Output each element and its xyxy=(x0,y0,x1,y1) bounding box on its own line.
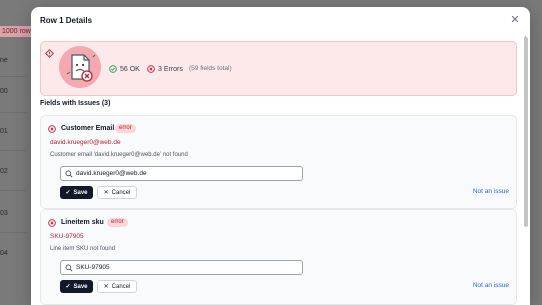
close-icon: ✕ xyxy=(103,190,109,196)
search-icon xyxy=(65,170,73,178)
modal-title: Row 1 Details xyxy=(40,16,93,25)
field-name: Customer Email xyxy=(61,125,115,132)
issue-message: Customer email 'david.krueger0@web.de' n… xyxy=(50,152,188,158)
check-icon: ✓ xyxy=(65,284,71,290)
bg-row-label: 01 xyxy=(0,128,8,135)
bg-row-label: 02 xyxy=(0,168,8,175)
not-an-issue-link[interactable]: Not an issue xyxy=(473,282,509,289)
severity-badge: error xyxy=(107,218,128,227)
bg-row-label: 04 xyxy=(0,250,8,257)
bg-column-label: ne xyxy=(0,57,8,64)
cancel-button-label: Cancel xyxy=(111,283,131,290)
check-icon: ✓ xyxy=(65,190,71,196)
search-input[interactable]: SKU-97905 xyxy=(60,260,303,275)
field-value: SKU-97905 xyxy=(50,233,84,240)
save-button[interactable]: ✓ Save xyxy=(60,280,93,293)
cancel-button[interactable]: ✕ Cancel xyxy=(97,280,137,293)
bg-divider xyxy=(0,150,26,151)
issues-section-title: Fields with Issues (3) xyxy=(40,100,111,107)
modal-header: Row 1 Details ✕ xyxy=(31,7,530,35)
bg-row-label: 00 xyxy=(0,88,8,95)
save-button-label: Save xyxy=(73,283,88,290)
severity-badge: error xyxy=(115,124,136,133)
ok-count: 56 OK xyxy=(109,65,140,73)
error-count-label: 3 Errors xyxy=(158,65,183,73)
scrollbar-thumb[interactable] xyxy=(524,37,528,227)
error-circle-icon xyxy=(48,219,56,227)
search-input[interactable]: david.krueger0@web.de xyxy=(60,166,303,181)
bg-row-label: 03 xyxy=(0,210,8,217)
save-button-label: Save xyxy=(73,189,88,196)
field-value: david.krueger0@web.de xyxy=(50,139,121,146)
close-icon[interactable]: ✕ xyxy=(509,14,521,26)
not-an-issue-link[interactable]: Not an issue xyxy=(473,188,509,195)
close-icon: ✕ xyxy=(103,284,109,290)
search-icon xyxy=(65,264,73,272)
error-count: 3 Errors xyxy=(147,65,183,73)
check-circle-icon xyxy=(109,65,117,73)
row-details-modal: Row 1 Details ✕ ▲ xyxy=(31,7,530,305)
error-file-illustration xyxy=(59,46,101,88)
save-button[interactable]: ✓ Save xyxy=(60,186,93,199)
bg-divider xyxy=(0,76,26,77)
field-name: Lineitem sku xyxy=(61,219,104,226)
total-fields: (59 fields total) xyxy=(189,65,232,72)
cancel-button[interactable]: ✕ Cancel xyxy=(97,186,137,199)
bg-divider xyxy=(0,232,26,233)
bg-divider xyxy=(0,112,26,113)
ok-count-label: 56 OK xyxy=(120,65,140,73)
search-input-value: SKU-97905 xyxy=(76,264,110,271)
issue-message: Line item SKU not found xyxy=(50,246,116,252)
bg-divider xyxy=(0,190,26,191)
cancel-button-label: Cancel xyxy=(111,189,131,196)
search-input-value: david.krueger0@web.de xyxy=(76,170,147,177)
row-summary-panel: 56 OK 3 Errors (59 fields total) xyxy=(40,41,517,96)
error-circle-icon xyxy=(48,125,56,133)
error-circle-icon xyxy=(147,65,155,73)
issue-card: Lineitem sku error SKU-97905 Line item S… xyxy=(40,209,517,305)
issue-card: Customer Email error david.krueger0@web.… xyxy=(40,115,517,209)
warning-diamond-icon xyxy=(45,49,54,58)
